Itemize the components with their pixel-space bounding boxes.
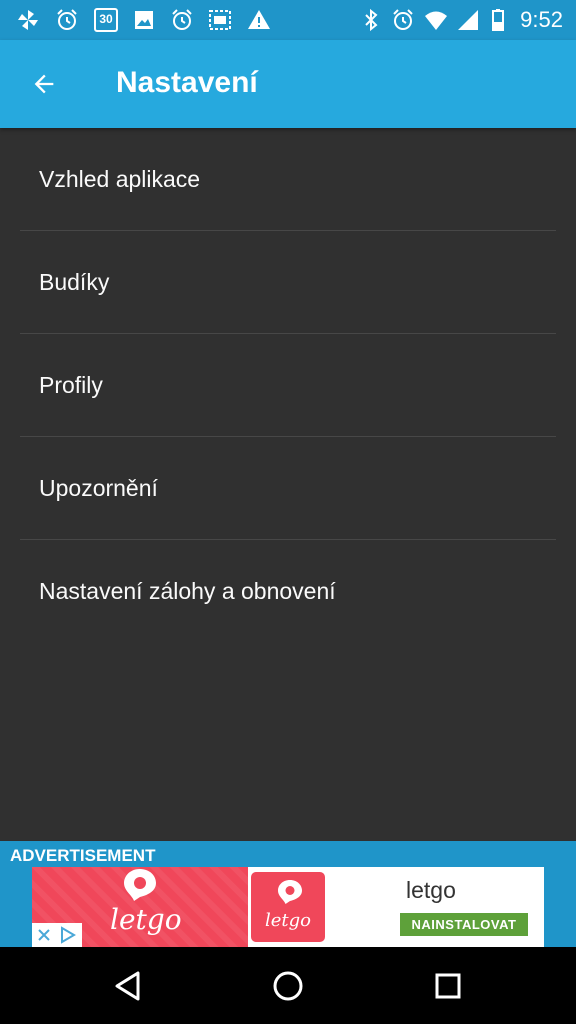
close-icon[interactable] <box>32 923 56 947</box>
status-bar: 30 9:52 <box>0 0 576 40</box>
settings-item-label: Nastavení zálohy a obnovení <box>39 578 336 604</box>
settings-item-backup-restore[interactable]: Nastavení zálohy a obnovení <box>20 540 556 643</box>
bluetooth-icon <box>365 8 378 32</box>
arrow-back-icon <box>34 74 54 94</box>
ad-brand-logo: letgo <box>110 903 182 936</box>
settings-item-appearance[interactable]: Vzhled aplikace <box>20 128 556 231</box>
nav-home-button[interactable] <box>267 965 309 1007</box>
settings-item-alarms[interactable]: Budíky <box>20 231 556 334</box>
ad-banner[interactable]: letgo letgo letgo NAINSTALOVAT <box>32 867 544 947</box>
ad-app-icon-logo: letgo <box>264 910 311 931</box>
ad-app-icon[interactable]: letgo <box>248 869 328 945</box>
nav-recents-button[interactable] <box>427 965 469 1007</box>
wifi-icon <box>425 11 447 30</box>
settings-item-profiles[interactable]: Profily <box>20 334 556 437</box>
back-triangle-icon <box>115 971 140 1001</box>
home-circle-icon <box>273 971 303 1001</box>
clock-widget-icon <box>209 10 231 30</box>
battery-icon <box>492 9 504 31</box>
warning-icon <box>248 10 270 29</box>
image-icon <box>135 11 153 29</box>
settings-item-notifications[interactable]: Upozornění <box>20 437 556 540</box>
ad-app-name: letgo <box>406 877 456 903</box>
app-bar: Nastavení <box>0 40 576 128</box>
calendar-day: 30 <box>99 12 113 26</box>
alarm-clock-icon <box>172 9 192 30</box>
page-title: Nastavení <box>116 66 258 99</box>
recents-square-icon <box>435 973 461 999</box>
alarm-clock-icon <box>57 9 77 30</box>
ad-container: ADVERTISEMENT letgo letgo letgo NAINSTAL… <box>0 841 576 947</box>
ad-label: ADVERTISEMENT <box>10 846 156 865</box>
ad-choices[interactable] <box>32 923 82 947</box>
status-time: 9:52 <box>520 7 563 32</box>
adchoices-icon[interactable] <box>56 923 80 947</box>
pinwheel-icon <box>18 10 38 30</box>
settings-item-label: Upozornění <box>39 474 158 501</box>
back-button[interactable] <box>20 60 68 108</box>
install-button[interactable]: NAINSTALOVAT <box>400 913 528 936</box>
location-pin-icon <box>124 869 156 901</box>
calendar-icon: 30 <box>94 8 118 32</box>
nav-back-button[interactable] <box>107 965 149 1007</box>
settings-item-label: Budíky <box>39 268 110 295</box>
cell-signal-icon <box>458 10 478 30</box>
settings-item-label: Vzhled aplikace <box>39 165 201 192</box>
settings-item-label: Profily <box>39 371 103 398</box>
settings-list: Vzhled aplikace Budíky Profily Upozorněn… <box>0 128 576 643</box>
alarm-clock-icon <box>393 9 413 30</box>
navigation-bar <box>0 947 576 1024</box>
location-pin-icon <box>278 880 302 904</box>
